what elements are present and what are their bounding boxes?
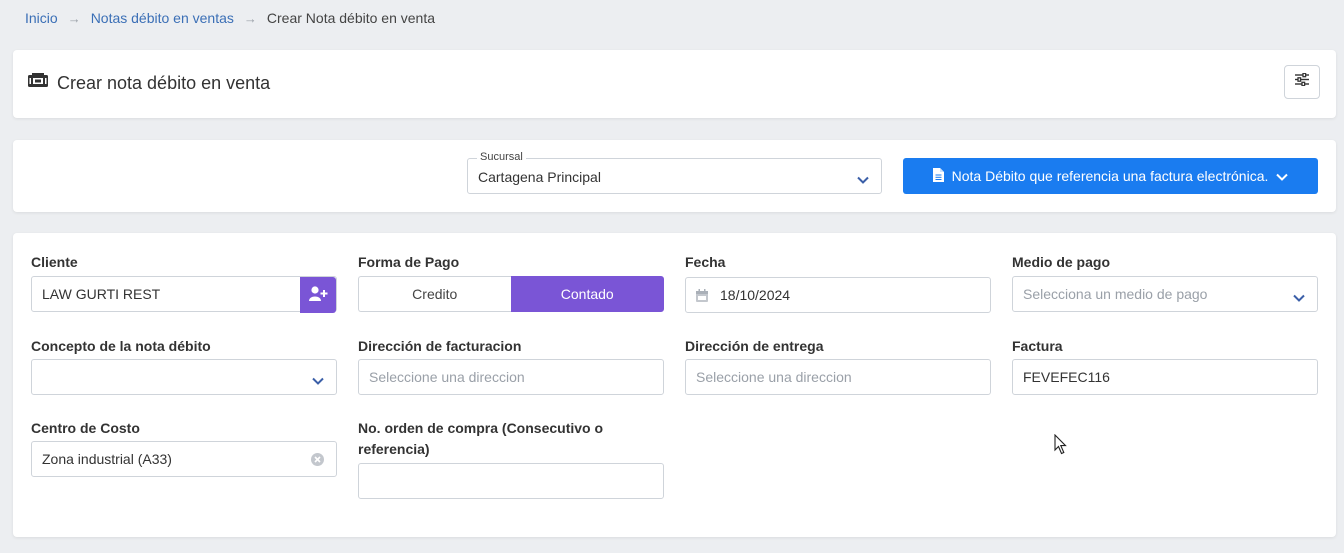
calendar-icon bbox=[696, 288, 708, 302]
forma-pago-label: Forma de Pago bbox=[358, 254, 460, 270]
direccion-facturacion-placeholder: Seleccione una direccion bbox=[369, 369, 525, 385]
doc-type-label: Nota Débito que referencia una factura e… bbox=[951, 168, 1269, 184]
direccion-entrega-input[interactable]: Seleccione una direccion bbox=[685, 359, 991, 395]
chevron-down-icon bbox=[312, 372, 324, 388]
breadcrumb: Inicio → Notas débito en ventas → Crear … bbox=[25, 10, 435, 26]
direccion-facturacion-input[interactable]: Seleccione una direccion bbox=[358, 359, 664, 395]
orden-compra-label: No. orden de compra (Consecutivo o refer… bbox=[358, 420, 604, 457]
fecha-label: Fecha bbox=[685, 254, 726, 270]
direccion-facturacion-field: Dirección de facturacion bbox=[358, 336, 664, 357]
clear-circle-icon[interactable] bbox=[311, 453, 324, 469]
page-title-text: Crear nota débito en venta bbox=[57, 73, 271, 93]
title-card: Crear nota débito en venta bbox=[13, 50, 1336, 118]
concepto-field: Concepto de la nota débito bbox=[31, 336, 337, 357]
cliente-field: Cliente bbox=[31, 252, 337, 273]
centro-costo-value: Zona industrial (A33) bbox=[42, 451, 172, 467]
forma-pago-contado[interactable]: Contado bbox=[510, 276, 664, 312]
forma-pago-field: Forma de Pago bbox=[358, 252, 664, 273]
medio-pago-placeholder: Selecciona un medio de pago bbox=[1023, 286, 1208, 302]
direccion-facturacion-label: Dirección de facturacion bbox=[358, 338, 522, 354]
doc-type-button[interactable]: Nota Débito que referencia una factura e… bbox=[903, 158, 1318, 194]
orden-compra-input[interactable] bbox=[358, 463, 664, 499]
branch-card: Sucursal Cartagena Principal Nota Débito… bbox=[13, 140, 1336, 212]
factura-value: FEVEFEC116 bbox=[1023, 369, 1110, 385]
add-client-button[interactable] bbox=[300, 277, 336, 313]
medio-pago-field: Medio de pago bbox=[1012, 252, 1318, 273]
chevron-down-icon bbox=[1293, 289, 1305, 305]
breadcrumb-section[interactable]: Notas débito en ventas bbox=[91, 10, 234, 26]
mouse-cursor-icon bbox=[1054, 433, 1068, 460]
direccion-entrega-field: Dirección de entrega bbox=[685, 336, 991, 357]
cliente-value: LAW GURTI REST bbox=[42, 286, 161, 302]
form-card: Cliente LAW GURTI REST Forma de Pago Cre… bbox=[13, 233, 1336, 537]
chevron-down-icon bbox=[1276, 168, 1289, 184]
user-plus-icon bbox=[308, 286, 328, 304]
medio-pago-label: Medio de pago bbox=[1012, 254, 1110, 270]
breadcrumb-separator: → bbox=[243, 10, 257, 26]
sliders-icon bbox=[1295, 72, 1309, 91]
breadcrumb-home[interactable]: Inicio bbox=[25, 10, 58, 26]
factura-input[interactable]: FEVEFEC116 bbox=[1012, 359, 1318, 395]
centro-costo-label: Centro de Costo bbox=[31, 420, 140, 436]
fecha-value: 18/10/2024 bbox=[720, 287, 791, 303]
breadcrumb-current: Crear Nota débito en venta bbox=[266, 10, 436, 26]
page-title: Crear nota débito en venta bbox=[28, 73, 270, 94]
factura-field: Factura bbox=[1012, 336, 1318, 357]
orden-compra-field: No. orden de compra (Consecutivo o refer… bbox=[358, 418, 618, 460]
branch-legend: Sucursal bbox=[477, 151, 526, 163]
branch-select[interactable]: Sucursal Cartagena Principal bbox=[467, 151, 882, 194]
forma-pago-toggle: Credito Contado bbox=[358, 276, 664, 312]
centro-costo-field: Centro de Costo bbox=[31, 418, 337, 439]
document-icon bbox=[932, 167, 944, 185]
cash-register-icon bbox=[28, 73, 48, 94]
medio-pago-select[interactable]: Selecciona un medio de pago bbox=[1012, 276, 1318, 312]
factura-label: Factura bbox=[1012, 338, 1063, 354]
centro-costo-select[interactable]: Zona industrial (A33) bbox=[31, 441, 337, 477]
fecha-field: Fecha bbox=[685, 252, 991, 273]
settings-button[interactable] bbox=[1284, 65, 1320, 99]
branch-value: Cartagena Principal bbox=[478, 169, 601, 185]
concepto-select[interactable] bbox=[31, 359, 337, 395]
breadcrumb-separator: → bbox=[67, 10, 81, 26]
direccion-entrega-placeholder: Seleccione una direccion bbox=[696, 369, 852, 385]
fecha-input[interactable]: 18/10/2024 bbox=[685, 277, 991, 313]
direccion-entrega-label: Dirección de entrega bbox=[685, 338, 824, 354]
forma-pago-credito[interactable]: Credito bbox=[358, 276, 511, 312]
chevron-down-icon bbox=[857, 171, 869, 189]
cliente-label: Cliente bbox=[31, 254, 78, 270]
cliente-input[interactable]: LAW GURTI REST bbox=[31, 276, 337, 313]
concepto-label: Concepto de la nota débito bbox=[31, 338, 211, 354]
